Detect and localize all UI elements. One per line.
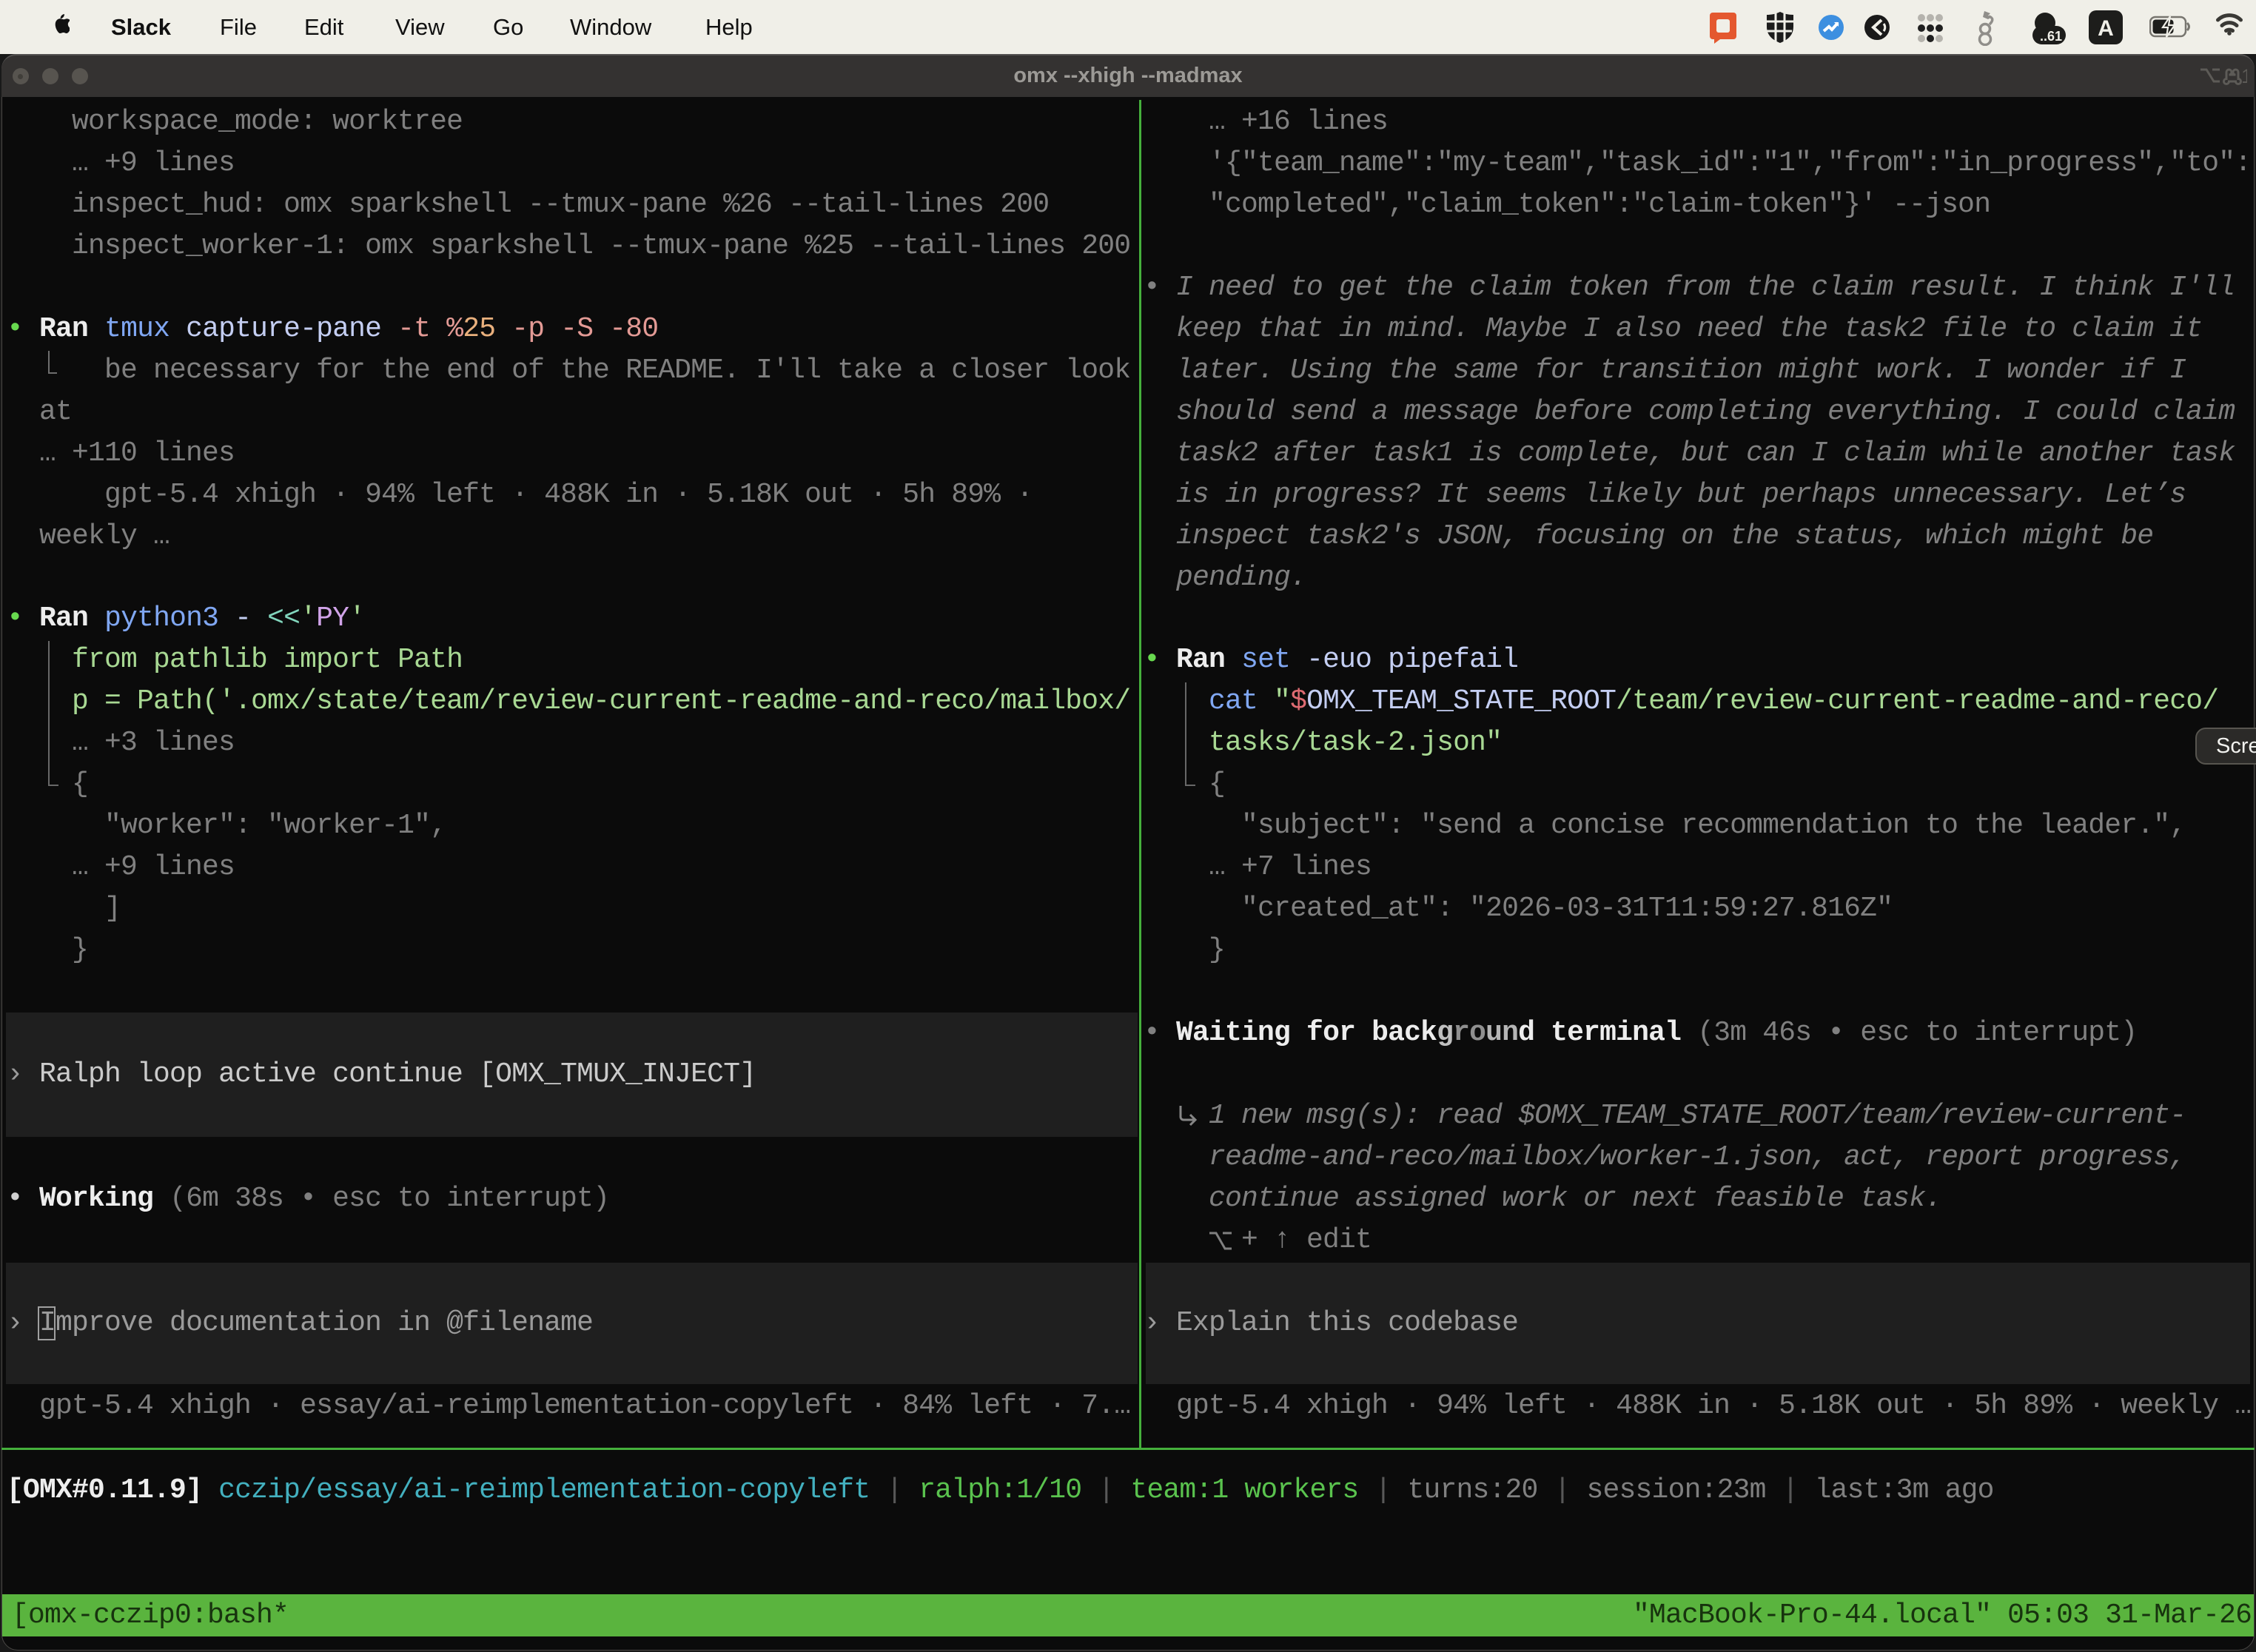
- svg-text:..61: ..61: [2040, 29, 2062, 44]
- svg-text:A: A: [2098, 16, 2114, 41]
- svg-text:1: 1: [2241, 65, 2247, 87]
